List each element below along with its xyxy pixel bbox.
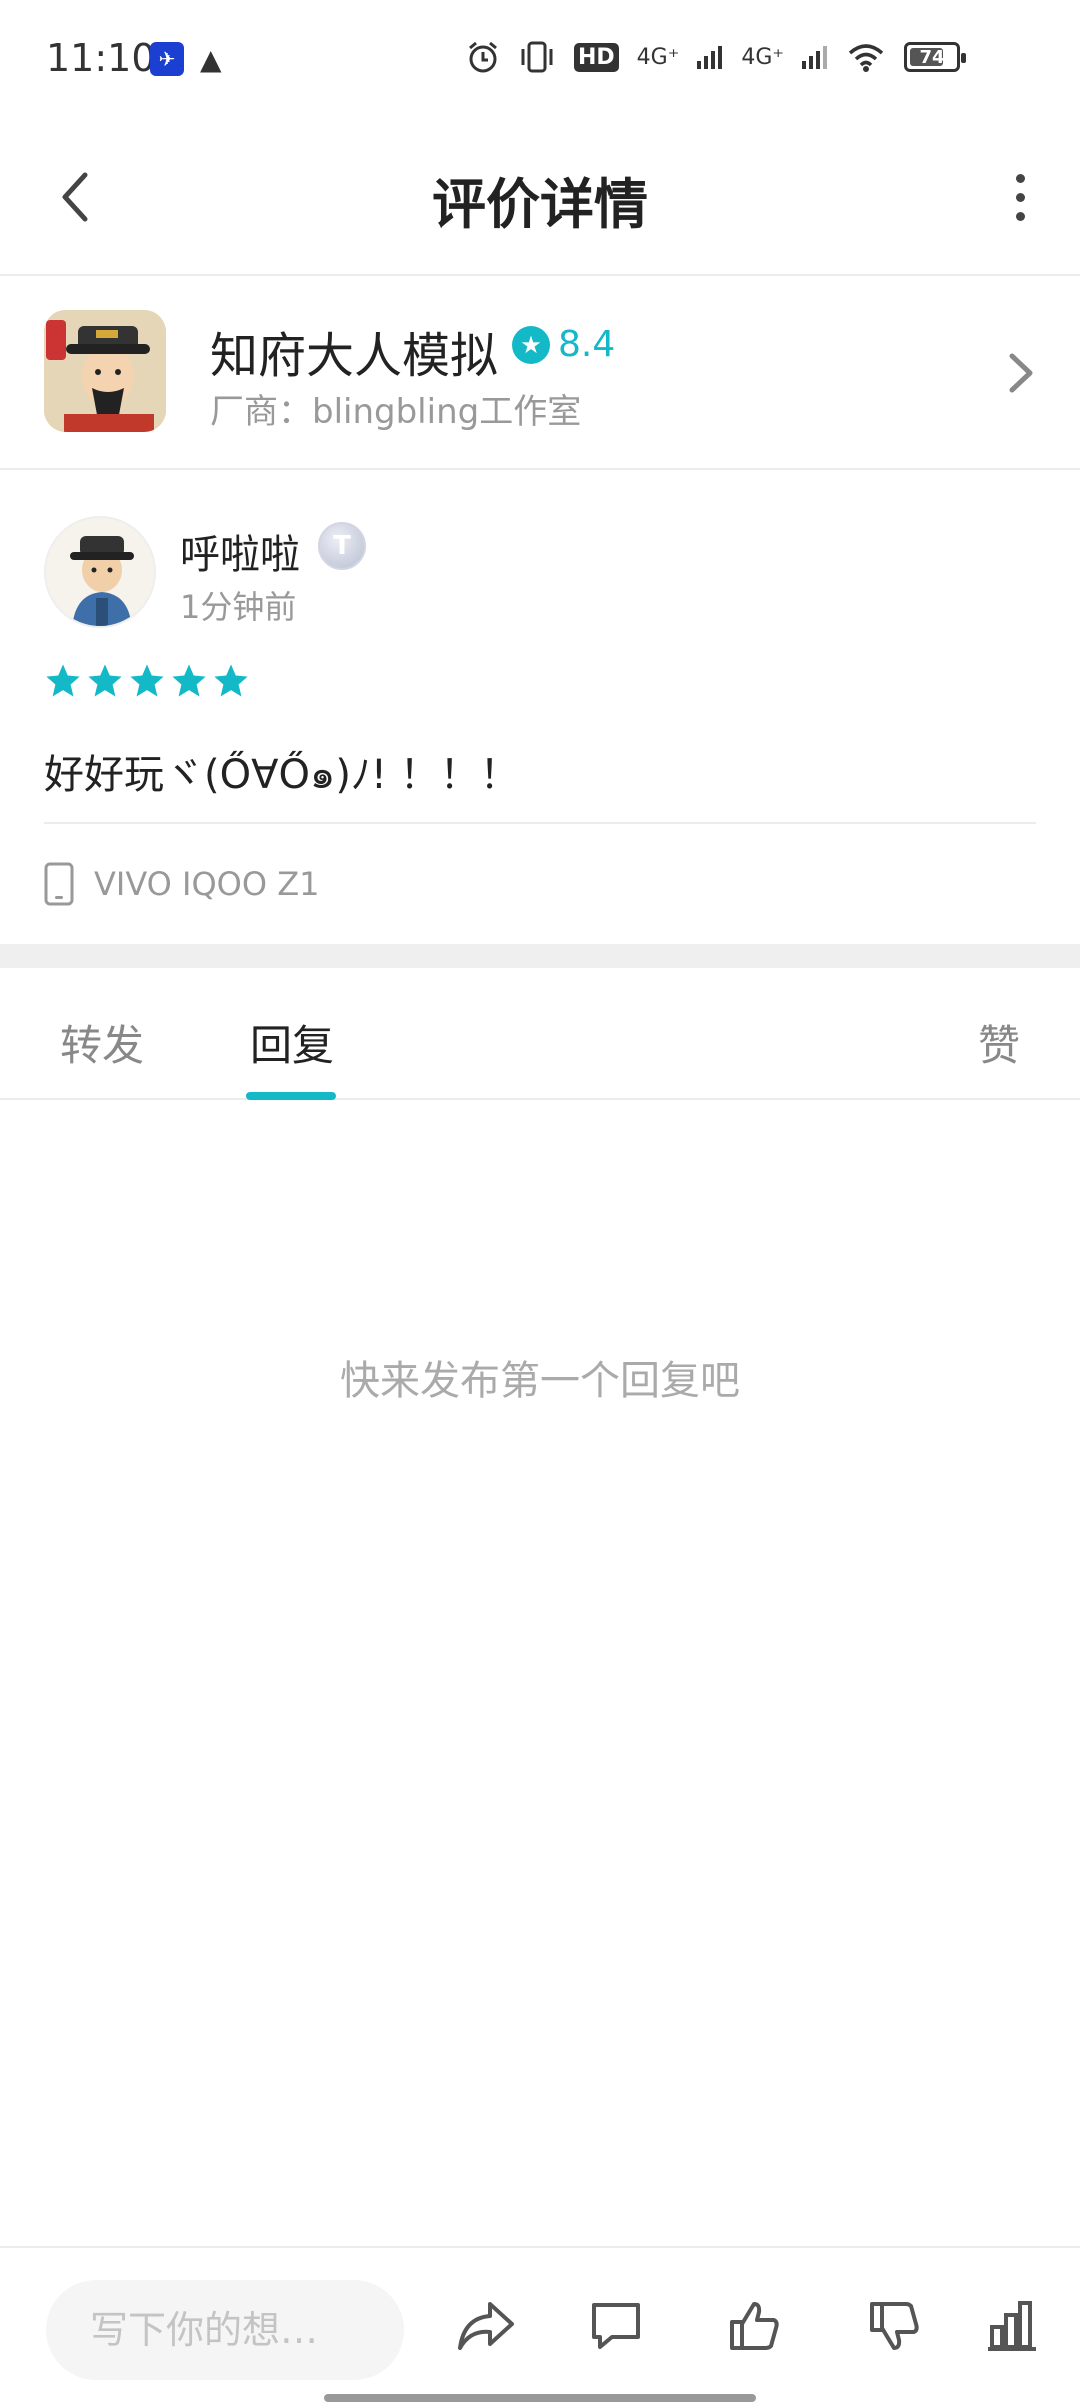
alarm-icon (469, 41, 497, 73)
signal-bars-icon-2 (802, 46, 827, 69)
game-vendor: 厂商：blingbling工作室 (210, 392, 582, 432)
app-notification-icon: ✈ (150, 42, 184, 76)
tab-indicator (246, 1092, 336, 1100)
comment-icon (592, 2303, 640, 2349)
status-time: 11:10 (46, 36, 156, 80)
bar-chart-icon (988, 2301, 1036, 2351)
device-label: VIVO IQOO Z1 (94, 865, 320, 903)
game-info-card[interactable]: 知府大人模拟 ★ 8.4 厂商：blingbling工作室 (0, 276, 1080, 470)
tab-replies[interactable]: 回复 (250, 1012, 334, 1073)
chevron-right-icon (1009, 353, 1033, 393)
star-icon (214, 664, 248, 697)
thumbs-up-icon (730, 2302, 779, 2350)
review-detail: 呼啦啦 T 1分钟前 好好玩ヾ(Ő∀Ő๑)ﾉ! ！！！ VIVO IQOO Z1 (0, 470, 1080, 944)
more-button[interactable] (990, 162, 1050, 232)
stats-button[interactable] (976, 2290, 1048, 2362)
share-icon (458, 2302, 514, 2350)
game-icon (44, 310, 166, 432)
status-bar: 11:10 ✈ ▲ HD 4G⁺ 4G⁺ 74 (0, 0, 1080, 120)
battery-level: 74 (919, 46, 945, 68)
home-indicator[interactable] (324, 2394, 756, 2402)
tab-likes[interactable]: 赞 (978, 1012, 1020, 1073)
comment-input[interactable] (46, 2280, 404, 2380)
star-icon (130, 664, 164, 697)
empty-replies-hint: 快来发布第一个回复吧 (340, 1358, 740, 1404)
wifi-icon (848, 44, 884, 72)
star-rating (44, 662, 250, 700)
rating-star-icon: ★ (512, 325, 550, 364)
star-icon (172, 664, 206, 697)
dislike-button[interactable] (858, 2290, 930, 2362)
game-rating: ★ 8.4 (512, 324, 615, 365)
more-vertical-icon (1015, 173, 1025, 183)
rating-score: 8.4 (558, 324, 616, 365)
game-name: 知府大人模拟 (210, 328, 499, 384)
post-time: 1分钟前 (180, 588, 297, 626)
phone-icon (44, 862, 74, 906)
share-button[interactable] (450, 2290, 522, 2362)
review-text: 好好玩ヾ(Ő∀Ő๑)ﾉ! ！！！ (44, 752, 520, 798)
avatar[interactable] (44, 516, 156, 628)
divider (44, 822, 1036, 824)
signal-4g-icon-1: 4G⁺ (636, 44, 680, 70)
star-icon (46, 664, 80, 697)
signal-bars-icon-1 (697, 46, 723, 69)
section-divider (0, 944, 1080, 968)
app-header: 评价详情 (0, 120, 1080, 276)
tab-bar: 转发 回复 赞 (0, 968, 1080, 1100)
device-info: VIVO IQOO Z1 (44, 862, 319, 906)
like-button[interactable] (718, 2290, 790, 2362)
user-level-badge: T (318, 522, 366, 570)
bottom-action-bar (0, 2246, 1080, 2408)
thumbs-down-icon (870, 2302, 919, 2350)
page-title: 评价详情 (432, 173, 648, 236)
signal-4g-icon-2: 4G⁺ (741, 44, 784, 70)
warning-icon: ▲ (200, 42, 222, 76)
hd-icon: HD (573, 42, 619, 72)
star-icon (88, 664, 122, 697)
comment-button[interactable] (580, 2290, 652, 2362)
tab-forward[interactable]: 转发 (60, 1012, 144, 1073)
vibrate-icon (521, 41, 553, 73)
username[interactable]: 呼啦啦 (180, 522, 300, 580)
battery-icon: 74 (904, 42, 966, 72)
